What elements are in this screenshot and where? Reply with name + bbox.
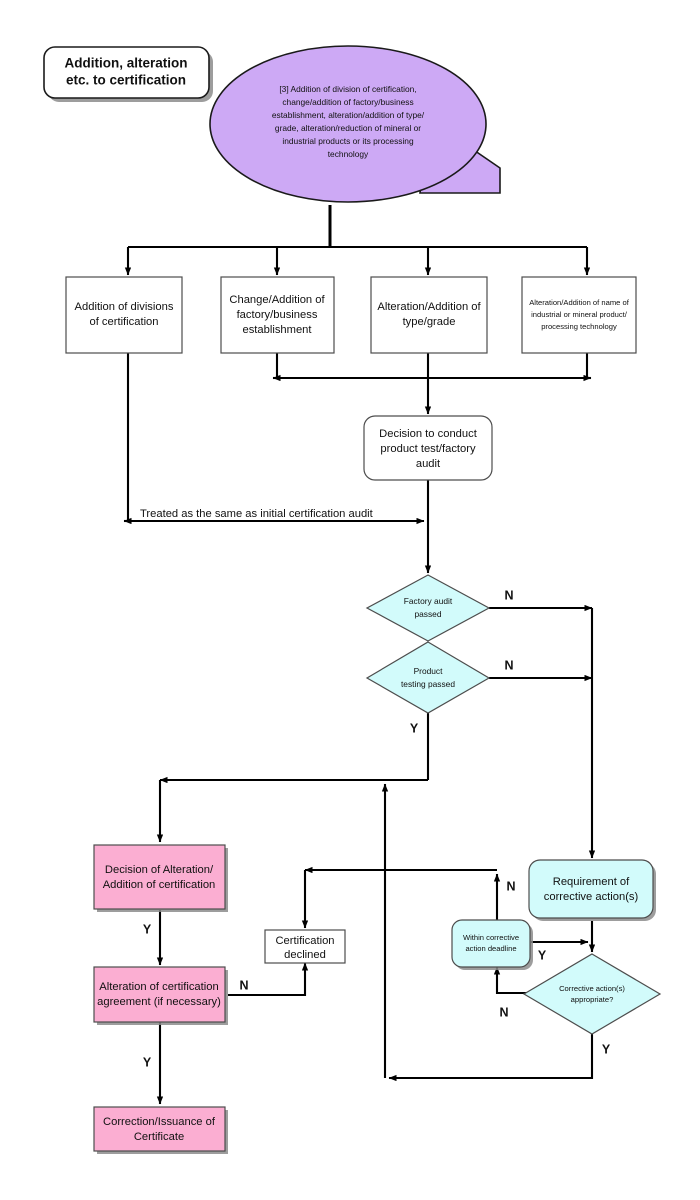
label-decision-alteration-yes: Y (143, 922, 152, 936)
conduct-line-3: audit (416, 458, 441, 470)
diamond-corrective-action-appropriate[interactable] (522, 953, 662, 1035)
label-within-deadline-no: N (506, 879, 515, 893)
conduct-line-2: product test/factory (380, 443, 476, 455)
box3-line-1: Alteration/Addition of (377, 301, 481, 313)
label-appropriate-no: N (499, 1005, 508, 1019)
decision-alteration-line-2: Addition of certification (103, 879, 216, 891)
shape-layer: Addition, alteration etc. to certificati… (43, 45, 662, 1154)
box2-line-1: Change/Addition of (229, 294, 325, 306)
certification-declined-line-2: declined (284, 949, 326, 961)
box-requirement-corrective-action[interactable] (528, 859, 654, 919)
box4-line-1: Alteration/Addition of name of (529, 298, 630, 307)
requirement-line-2: corrective action(s) (544, 891, 639, 903)
label-product-testing-yes: Y (410, 721, 419, 735)
within-deadline-line-1: Within corrective (463, 933, 519, 942)
requirement-line-1: Requirement of (553, 876, 630, 888)
appropriate-line-2: appropriate? (571, 995, 614, 1004)
box-alteration-agreement[interactable] (93, 966, 226, 1023)
box2-line-2: factory/business (237, 309, 318, 321)
label-agreement-yes: Y (143, 1055, 152, 1069)
flowchart-svg: Addition, alteration etc. to certificati… (43, 45, 662, 1154)
decision-alteration-line-1: Decision of Alteration/ (105, 864, 214, 876)
product-testing-line-2: testing passed (401, 679, 455, 689)
box-decision-of-alteration[interactable] (93, 844, 226, 910)
edge-appropriate-yes (388, 1034, 594, 1082)
bubble-line-5: industrial products or its processing (282, 136, 414, 146)
appropriate-line-1: Corrective action(s) (559, 984, 625, 993)
alteration-agreement-line-2: agreement (if necessary) (97, 996, 221, 1008)
box3-line-2: type/grade (403, 316, 456, 328)
label-factory-audit-no: N (504, 588, 513, 602)
bubble-line-4: grade, alteration/reduction of mineral o… (275, 123, 421, 133)
bubble-line-1: [3] Addition of division of certificatio… (279, 84, 416, 94)
box2-line-3: establishment (242, 324, 312, 336)
box-correction-issuance[interactable] (93, 1106, 226, 1152)
diamond-factory-audit-passed[interactable] (365, 574, 491, 642)
label-product-testing-no: N (504, 658, 513, 672)
title-line-1: Addition, alteration (65, 56, 188, 71)
correction-issuance-line-2: Certificate (134, 1131, 184, 1143)
certification-declined-line-1: Certification (275, 935, 334, 947)
factory-audit-line-1: Factory audit (404, 596, 453, 606)
note-treated-as-same: Treated as the same as initial certifica… (140, 508, 374, 520)
alteration-agreement-line-1: Alteration of certification (99, 981, 218, 993)
box4-line-3: processing technology (541, 322, 617, 331)
label-within-deadline-yes: Y (538, 948, 547, 962)
bubble-line-2: change/addition of factory/business (282, 97, 413, 107)
bubble-line-6: technology (328, 149, 369, 159)
product-testing-line-1: Product (414, 666, 444, 676)
within-deadline-line-2: action deadline (465, 944, 516, 953)
diamond-product-testing-passed[interactable] (365, 641, 491, 714)
factory-audit-line-2: passed (414, 609, 441, 619)
title-line-2: etc. to certification (66, 73, 186, 88)
box1-line-1: Addition of divisions (75, 301, 174, 313)
edge-appropriate-no (493, 966, 531, 995)
box4-line-2: industrial or mineral product/ (531, 310, 628, 319)
label-appropriate-yes: Y (602, 1042, 611, 1056)
correction-issuance-line-1: Correction/Issuance of (103, 1116, 216, 1128)
box1-line-2: of certification (89, 316, 158, 328)
bubble-line-3: establishment, alteration/addition of ty… (272, 110, 425, 120)
label-agreement-no: N (239, 978, 248, 992)
flowchart-canvas: Addition, alteration etc. to certificati… (0, 0, 700, 1200)
conduct-line-1: Decision to conduct (379, 428, 478, 440)
